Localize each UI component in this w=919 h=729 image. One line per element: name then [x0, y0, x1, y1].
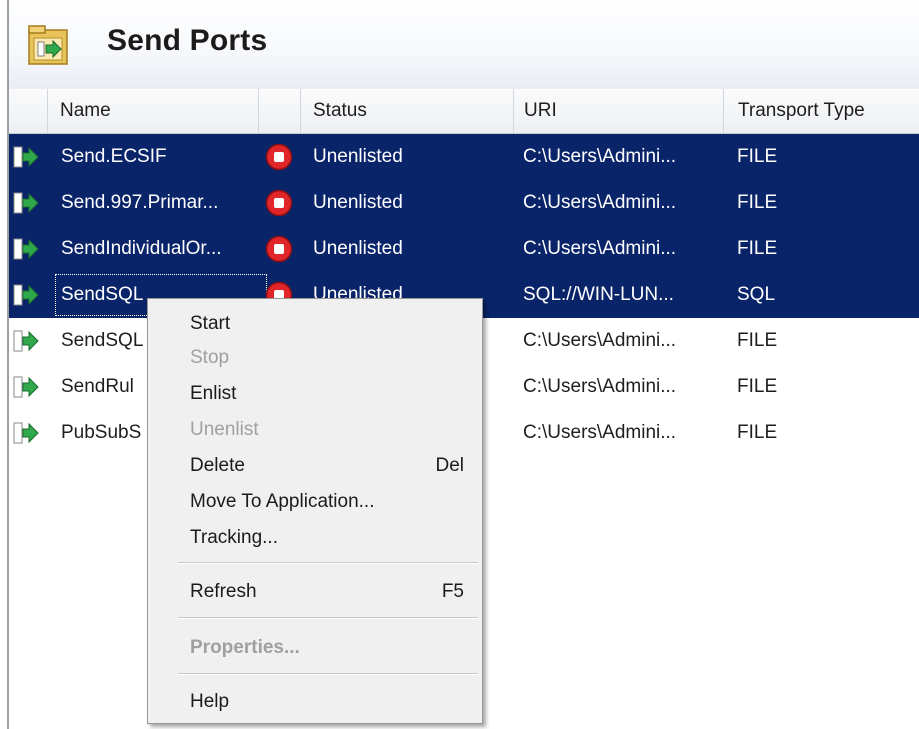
column-header-row: Name Status URI Transport Type [9, 89, 919, 134]
column-header-uri[interactable]: URI [514, 89, 724, 133]
refresh-shortcut: F5 [441, 581, 464, 602]
send-port-icon [13, 192, 39, 214]
delete-shortcut: Del [435, 455, 464, 476]
menu-separator [178, 673, 478, 675]
stopped-status-icon [265, 235, 293, 263]
row-transport-type: SQL [737, 284, 776, 305]
row-transport-type: FILE [737, 330, 778, 351]
row-uri: C:\Users\Admini... [523, 376, 677, 397]
table-row[interactable]: Send.ECSIF Unenlisted C:\Users\Admini...… [9, 134, 919, 180]
context-menu: Start Stop Enlist Unenlist Delete Del Mo… [147, 298, 483, 724]
page-title: Send Ports [107, 24, 268, 57]
menu-item-help[interactable]: Help [150, 685, 480, 719]
column-header-name-label: Name [60, 100, 111, 121]
menu-separator [178, 562, 478, 564]
row-transport-type: FILE [737, 376, 778, 397]
send-port-icon [13, 330, 39, 352]
column-header-transport-type[interactable]: Transport Type [724, 89, 919, 133]
send-port-icon [13, 238, 39, 260]
title-bar: Send Ports [9, 0, 919, 90]
row-name: SendRul [61, 376, 134, 397]
menu-item-tracking[interactable]: Tracking... [150, 521, 480, 555]
menu-item-move-to-application[interactable]: Move To Application... [150, 485, 480, 519]
table-row[interactable]: SendIndividualOr... Unenlisted C:\Users\… [9, 226, 919, 272]
column-header-status-icon[interactable] [259, 89, 301, 133]
row-uri: C:\Users\Admini... [523, 146, 677, 167]
menu-item-enlist[interactable]: Enlist [150, 377, 480, 411]
row-uri: C:\Users\Admini... [523, 192, 677, 213]
table-row[interactable]: Send.997.Primar... Unenlisted C:\Users\A… [9, 180, 919, 226]
menu-item-delete[interactable]: Delete Del [150, 449, 480, 483]
column-header-transport-type-label: Transport Type [738, 100, 865, 121]
row-transport-type: FILE [737, 422, 778, 443]
row-name: PubSubS [61, 422, 142, 443]
row-status: Unenlisted [313, 238, 403, 259]
menu-separator [178, 617, 478, 619]
menu-item-properties: Properties... [190, 637, 300, 658]
row-name: SendIndividualOr... [61, 238, 222, 259]
column-header-status-label: Status [313, 100, 367, 121]
send-port-icon [13, 146, 39, 168]
send-port-icon [13, 422, 39, 444]
row-name: Send.997.Primar... [61, 192, 219, 213]
row-transport-type: FILE [737, 146, 778, 167]
row-name: Send.ECSIF [61, 146, 167, 167]
row-uri: C:\Users\Admini... [523, 330, 677, 351]
stopped-status-icon [265, 143, 293, 171]
send-ports-folder-icon [28, 25, 68, 65]
row-name: SendSQL [61, 330, 144, 351]
menu-item-unenlist: Unenlist [190, 419, 259, 440]
stopped-status-icon [265, 189, 293, 217]
column-header-status[interactable]: Status [301, 89, 514, 133]
column-header-name[interactable]: Name [48, 89, 259, 133]
send-port-icon [13, 284, 39, 306]
menu-item-stop: Stop [190, 347, 230, 368]
column-header-icon[interactable] [9, 89, 48, 133]
row-name: SendSQL [61, 284, 144, 305]
row-uri: SQL://WIN-LUN... [523, 284, 674, 305]
column-header-uri-label: URI [524, 100, 557, 121]
send-ports-window: Send Ports Name Status URI Transport Typ… [0, 0, 919, 729]
send-port-icon [13, 376, 39, 398]
menu-item-refresh[interactable]: Refresh F5 [150, 575, 480, 609]
row-status: Unenlisted [313, 192, 403, 213]
row-uri: C:\Users\Admini... [523, 422, 677, 443]
row-transport-type: FILE [737, 192, 778, 213]
row-status: Unenlisted [313, 146, 403, 167]
menu-item-start[interactable]: Start [150, 307, 480, 341]
row-transport-type: FILE [737, 238, 778, 259]
row-uri: C:\Users\Admini... [523, 238, 677, 259]
